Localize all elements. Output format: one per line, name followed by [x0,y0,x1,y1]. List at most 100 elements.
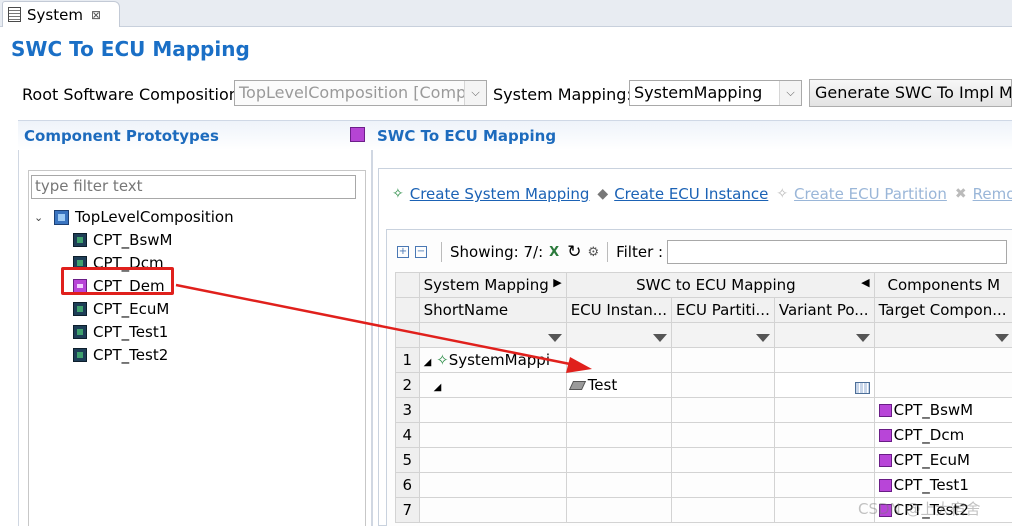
tree-item[interactable]: CPT_Test1 [73,321,168,343]
table-cell[interactable] [671,447,775,473]
refresh-icon[interactable]: ↻ [567,242,581,262]
funnel-icon[interactable] [653,334,668,342]
tab-system[interactable]: System ⊠ [2,1,120,27]
table-cell[interactable] [418,422,567,448]
editor-tab-bar: System ⊠ [0,0,1012,27]
group-header-components[interactable]: Components M [873,272,1012,298]
component-view-icon[interactable] [350,127,365,142]
column-filter[interactable] [773,322,875,348]
table-cell[interactable] [873,372,1012,398]
column-header[interactable]: ShortName [418,297,567,323]
collapse-triangle-icon[interactable]: ◢ [434,382,442,393]
expand-all-icon[interactable]: + [397,246,409,258]
funnel-icon[interactable] [855,334,870,342]
tree-item[interactable]: CPT_EcuM [73,298,169,320]
table-cell[interactable] [671,347,775,373]
mapping-toolbar: ✧ Create System Mapping ◆ Create ECU Ins… [392,182,1012,206]
table-cell[interactable] [418,397,567,423]
target-component-cell[interactable]: CPT_EcuM [873,447,1012,473]
column-header[interactable]: ECU Instan... [565,297,673,323]
grid-filter-input[interactable] [667,240,1008,264]
funnel-icon[interactable] [755,334,770,342]
tree-item[interactable]: CPT_Test2 [73,344,168,366]
row-number: 1 [395,347,420,373]
table-cell[interactable] [671,372,775,398]
table-row[interactable]: 3 CPT_BswM [395,397,1012,423]
table-cell[interactable] [873,347,1012,373]
close-icon[interactable]: ⊠ [91,8,101,22]
collapse-left-icon[interactable]: ◀ [861,276,869,289]
column-filter[interactable] [418,322,567,348]
ecu-icon [568,381,586,390]
target-component-cell[interactable]: CPT_Dcm [873,422,1012,448]
tree-item[interactable]: CPT_BswM [73,229,173,251]
component-icon [73,233,87,247]
column-header[interactable]: Variant Po... [773,297,875,323]
table-cell[interactable] [565,497,673,523]
system-mapping-label: System Mapping: [493,85,632,104]
chevron-down-icon[interactable]: ⌵ [779,81,801,105]
table-row[interactable]: 6 CPT_Test1 [395,472,1012,498]
tree-filter-input[interactable]: type filter text [31,175,356,199]
table-cell[interactable] [671,472,775,498]
column-header[interactable]: Target Compon... [873,297,1012,323]
tree-root-node[interactable]: ⌄ TopLevelComposition [34,206,234,228]
remove-link[interactable]: Remo [973,185,1012,203]
chevron-down-icon[interactable]: ⌵ [464,81,486,105]
table-cell[interactable] [773,397,875,423]
funnel-icon[interactable] [547,334,562,342]
excel-export-icon[interactable]: X [549,245,559,260]
settings-icon[interactable]: ⚙ [587,245,599,260]
table-cell[interactable] [773,472,875,498]
column-filter[interactable] [873,322,1012,348]
table-row[interactable]: 5 CPT_EcuM [395,447,1012,473]
target-component-cell[interactable]: CPT_BswM [873,397,1012,423]
corner-cell [395,297,420,323]
table-cell[interactable]: ◢ [418,372,567,398]
ecu-instance-cell[interactable]: Test [565,372,673,398]
table-row[interactable]: 4 CPT_Dcm [395,422,1012,448]
add-icon: ✧ [392,186,404,202]
collapse-all-icon[interactable]: − [415,246,427,258]
column-filter[interactable] [671,322,775,348]
group-header-swc-to-ecu[interactable]: SWC to ECU Mapping ◀ [565,272,875,298]
table-row[interactable]: 1 ◢ ✧SystemMappi [395,347,1012,373]
create-ecu-instance-link[interactable]: Create ECU Instance [614,185,768,203]
column-header[interactable]: ECU Partiti... [671,297,775,323]
create-system-mapping-link[interactable]: Create System Mapping [410,185,590,203]
table-cell[interactable] [773,422,875,448]
ecu-icon: ◆ [597,186,609,202]
collapse-right-icon[interactable]: ▶ [553,276,561,289]
table-cell[interactable] [773,447,875,473]
table-cell[interactable] [565,397,673,423]
column-filter[interactable] [565,322,673,348]
table-cell[interactable] [773,347,875,373]
table-cell[interactable] [671,497,775,523]
generate-swc-to-impl-button[interactable]: Generate SWC To Impl Map [809,79,1012,107]
collapse-triangle-icon[interactable]: ◢ [424,357,432,368]
table-cell[interactable]: ◢ ✧SystemMappi [418,347,567,373]
table-cell[interactable] [565,447,673,473]
component-prototypes-panel: type filter text ⌄ TopLevelComposition C… [18,150,373,526]
group-header-system-mapping[interactable]: System Mapping ▶ [418,272,567,298]
table-cell[interactable] [565,422,673,448]
table-cell[interactable] [565,347,673,373]
target-component-cell[interactable]: CPT_Test1 [873,472,1012,498]
table-row[interactable]: 2 ◢ Test [395,372,1012,398]
table-cell[interactable] [565,472,673,498]
calendar-icon[interactable] [854,381,870,394]
component-icon [878,429,892,442]
chevron-down-icon[interactable]: ⌄ [34,211,48,224]
component-icon [73,302,87,316]
row-number: 3 [395,397,420,423]
table-cell[interactable] [671,422,775,448]
table-cell[interactable] [418,472,567,498]
root-composition-select[interactable]: TopLevelComposition [Compo ⌵ [234,80,487,106]
table-cell[interactable] [671,397,775,423]
table-cell[interactable] [418,497,567,523]
system-mapping-select[interactable]: SystemMapping ⌵ [629,80,802,106]
variant-point-cell[interactable] [773,372,875,398]
table-cell[interactable] [418,447,567,473]
funnel-icon[interactable] [995,334,1009,342]
create-ecu-partition-link[interactable]: Create ECU Partition [794,185,947,203]
